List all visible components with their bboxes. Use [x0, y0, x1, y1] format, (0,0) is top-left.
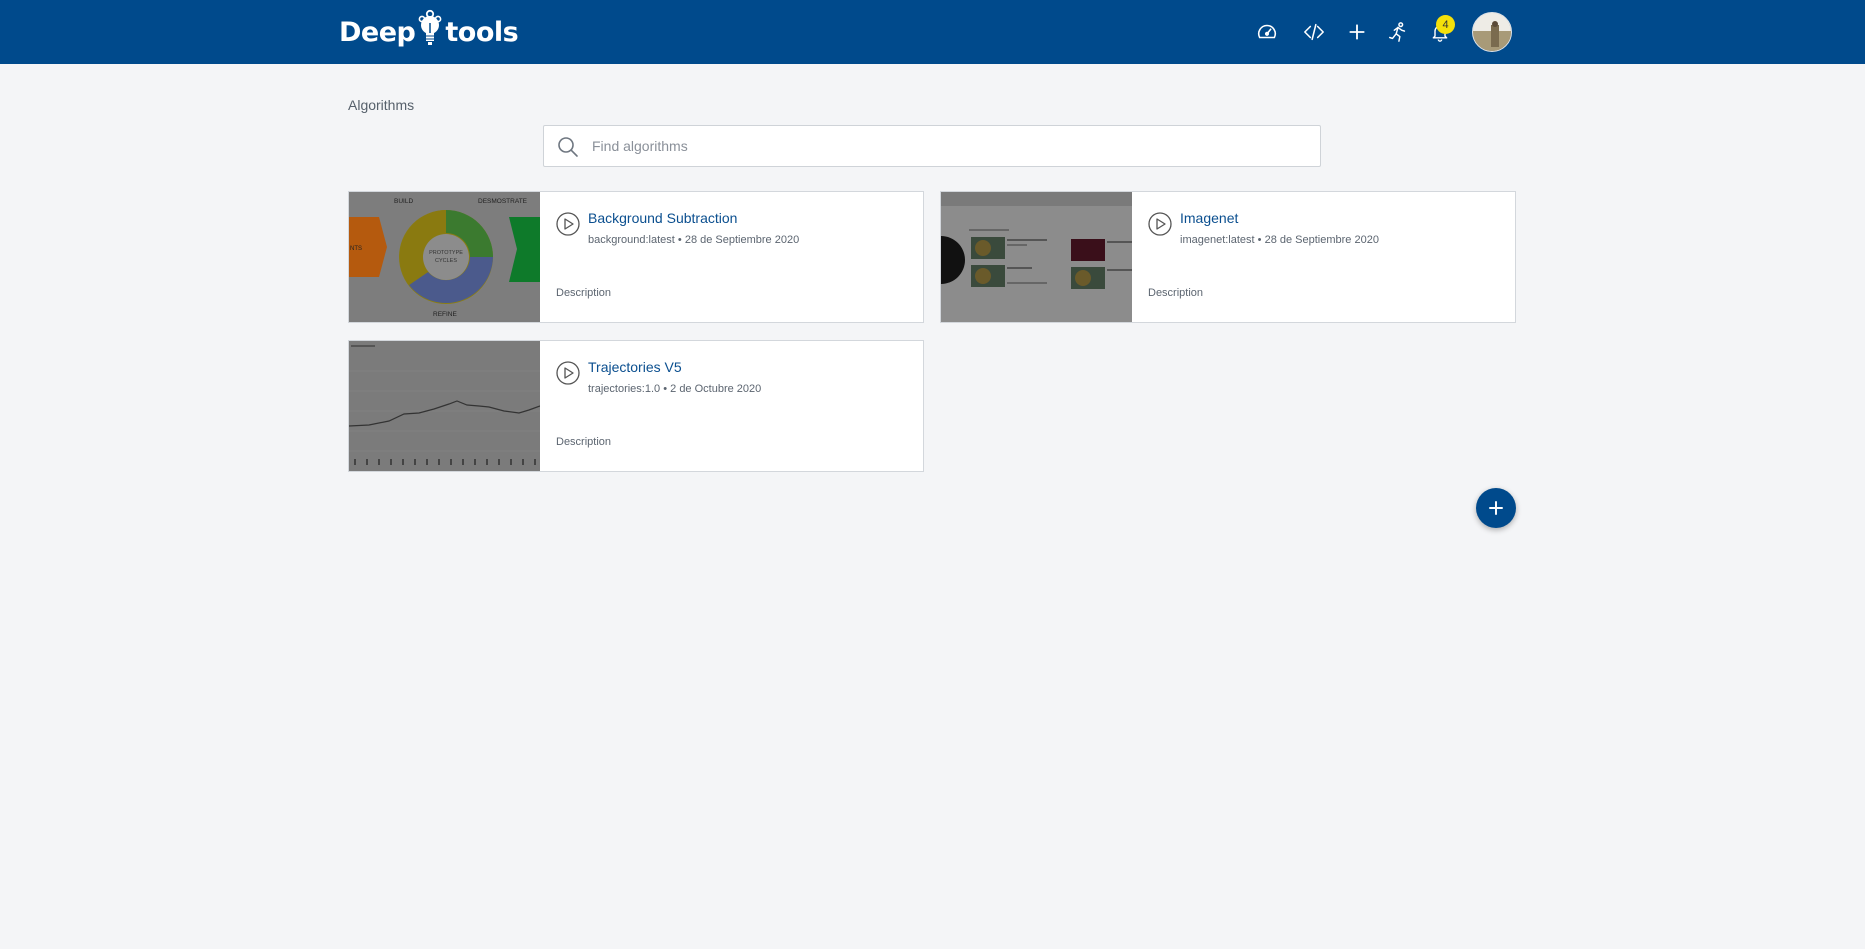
card-title[interactable]: Imagenet — [1180, 210, 1238, 226]
add-icon[interactable] — [1343, 18, 1371, 46]
logo-text-deep: Deep — [339, 16, 416, 48]
algorithm-card[interactable]: Imagenet imagenet:latest • 28 de Septiem… — [940, 191, 1516, 323]
plus-icon — [1489, 501, 1503, 515]
card-description: Description — [556, 436, 612, 448]
thumb-label-cycles: CYCLES — [435, 258, 457, 264]
deeptools-logo[interactable]: Deep tools — [339, 9, 519, 56]
card-body: Imagenet imagenet:latest • 28 de Septiem… — [1132, 192, 1515, 322]
dashboard-icon[interactable] — [1253, 18, 1281, 46]
algorithm-card[interactable]: NTS PROTOTYPE CYCLES BUILD DESMOSTRATE R… — [348, 191, 924, 323]
thumb-label-prototype: PROTOTYPE — [429, 250, 463, 256]
lightbulb-icon — [417, 9, 443, 56]
card-image-tag: imagenet:latest — [1180, 234, 1255, 246]
thumb-label-desmostrate: DESMOSTRATE — [478, 198, 528, 205]
user-avatar[interactable] — [1472, 12, 1512, 52]
thumb-label-build: BUILD — [394, 198, 413, 205]
card-image-tag: trajectories:1.0 — [588, 383, 661, 395]
card-description: Description — [1148, 287, 1204, 299]
card-title[interactable]: Trajectories V5 — [588, 359, 682, 375]
logo-text-tools: tools — [445, 16, 519, 48]
card-date: 28 de Septiembre 2020 — [684, 234, 800, 246]
breadcrumb[interactable]: Algorithms — [348, 97, 414, 113]
play-icon[interactable] — [556, 361, 580, 385]
play-icon[interactable] — [556, 212, 580, 236]
card-body: Background Subtraction background:latest… — [540, 192, 923, 322]
meta-separator: • — [1257, 234, 1265, 246]
algorithm-thumbnail — [941, 192, 1132, 322]
thumb-label-refine: REFINE — [433, 311, 458, 318]
code-icon[interactable] — [1300, 18, 1328, 46]
thumb-label-nts: NTS — [350, 246, 362, 252]
card-meta: trajectories:1.0 • 2 de Octubre 2020 — [588, 383, 761, 395]
card-title[interactable]: Background Subtraction — [588, 210, 737, 226]
search-icon — [556, 135, 580, 159]
algorithm-thumbnail — [349, 341, 540, 471]
card-image-tag: background:latest — [588, 234, 675, 246]
search-bar — [543, 125, 1321, 167]
run-icon[interactable] — [1384, 18, 1412, 46]
card-date: 2 de Octubre 2020 — [670, 383, 762, 395]
add-algorithm-button[interactable] — [1476, 488, 1516, 528]
card-description: Description — [556, 287, 612, 299]
notification-badge: 4 — [1436, 15, 1455, 34]
top-navbar: Deep tools 4 — [0, 0, 1865, 64]
meta-separator: • — [677, 234, 685, 246]
algorithm-thumbnail: NTS PROTOTYPE CYCLES BUILD DESMOSTRATE R… — [349, 192, 540, 322]
search-input[interactable] — [592, 126, 1312, 166]
play-icon[interactable] — [1148, 212, 1172, 236]
card-date: 28 de Septiembre 2020 — [1264, 234, 1379, 246]
card-meta: background:latest • 28 de Septiembre 202… — [588, 234, 799, 246]
algorithm-card[interactable]: Trajectories V5 trajectories:1.0 • 2 de … — [348, 340, 924, 472]
card-meta: imagenet:latest • 28 de Septiembre 2020 — [1180, 234, 1379, 246]
card-body: Trajectories V5 trajectories:1.0 • 2 de … — [540, 341, 923, 471]
